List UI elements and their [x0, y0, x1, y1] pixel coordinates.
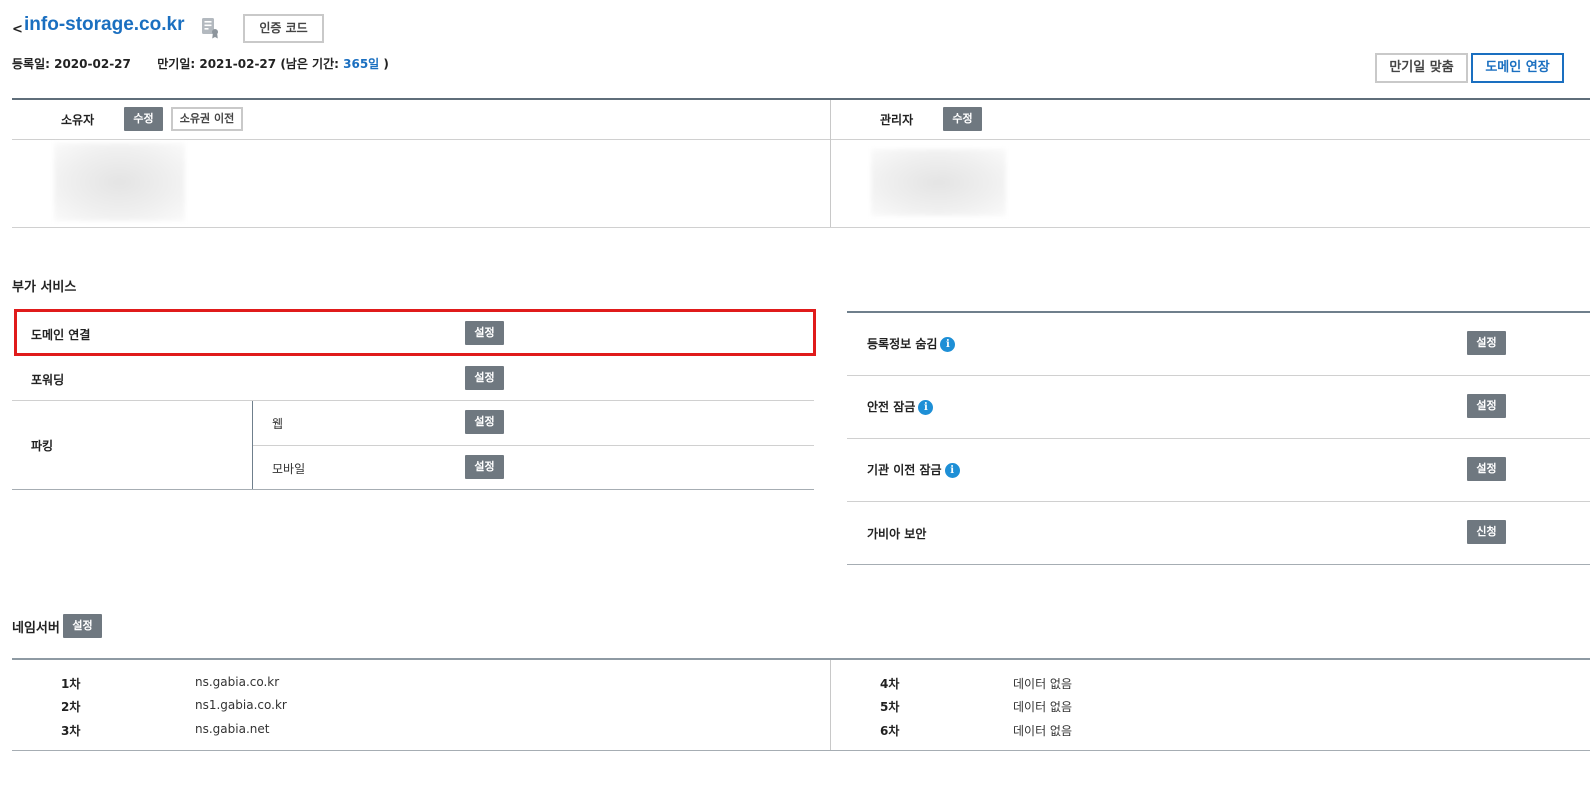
transfer-lock-label: 기관 이전 잠금: [867, 463, 942, 477]
ns-rank: 2차: [61, 700, 81, 714]
admin-label: 관리자: [880, 113, 914, 127]
exp-date-label: 만기일:: [157, 57, 196, 71]
remaining-suffix: ): [383, 57, 389, 71]
addon-row-label: 포워딩: [31, 373, 65, 387]
contact-divider-mid: [12, 139, 1590, 140]
domain-connect-settings-button[interactable]: 설정: [465, 321, 504, 345]
addon-right-divider: [847, 438, 1590, 439]
ns-rank: 1차: [61, 677, 81, 691]
ns-rank: 6차: [880, 724, 900, 738]
reg-date-label: 등록일:: [12, 57, 50, 71]
parking-mobile-settings-button[interactable]: 설정: [465, 455, 504, 479]
addon-right-top: [847, 311, 1590, 313]
auth-code-button[interactable]: 인증 코드: [243, 14, 324, 43]
addon-right-divider: [847, 375, 1590, 376]
contact-column-divider: [830, 100, 831, 227]
parking-label: 파킹: [31, 439, 54, 453]
nameserver-title: 네임서버: [12, 621, 60, 636]
ns-rank: 3차: [61, 724, 81, 738]
ns-value: 데이터 없음: [1013, 677, 1073, 691]
contact-divider-top: [12, 98, 1590, 100]
remaining-days: 365일: [343, 57, 380, 71]
reg-date: 2020-02-27: [54, 57, 131, 71]
safe-lock-label: 안전 잠금: [867, 400, 916, 414]
addon-row-label: 도메인 연결: [31, 328, 91, 342]
match-expiry-button[interactable]: 만기일 맞춤: [1375, 53, 1468, 83]
nameserver-divider-bottom: [12, 750, 1590, 751]
addon-row-label: 기관 이전 잠금 i: [867, 461, 960, 478]
admin-edit-button[interactable]: 수정: [943, 107, 982, 131]
nameserver-settings-button[interactable]: 설정: [63, 614, 102, 638]
parking-item-label: 모바일: [272, 462, 306, 476]
ns-value: ns.gabia.co.kr: [195, 675, 280, 689]
parking-web-settings-button[interactable]: 설정: [465, 410, 504, 434]
ns-rank: 5차: [880, 700, 900, 714]
date-info: 등록일: 2020-02-27 만기일: 2021-02-27 (남은 기간: …: [12, 55, 389, 72]
addon-right-bottom: [847, 564, 1590, 565]
info-icon[interactable]: i: [918, 400, 934, 415]
nameserver-column-divider: [830, 660, 831, 751]
info-icon[interactable]: i: [944, 463, 960, 478]
info-icon[interactable]: i: [940, 337, 956, 352]
gabia-security-apply-button[interactable]: 신청: [1467, 520, 1506, 544]
ns-value: 데이터 없음: [1013, 724, 1073, 738]
remaining-prefix: (남은 기간:: [280, 57, 339, 71]
document-icon[interactable]: [200, 17, 220, 39]
ns-value: 데이터 없음: [1013, 700, 1073, 714]
addon-section-title: 부가 서비스: [12, 280, 77, 295]
owner-edit-button[interactable]: 수정: [124, 107, 163, 131]
owner-info-blurred: [54, 143, 185, 221]
nameserver-divider-top: [12, 658, 1590, 660]
owner-transfer-button[interactable]: 소유권 이전: [171, 107, 243, 131]
exp-date: 2021-02-27: [199, 57, 277, 71]
domain-title: info-storage.co.kr: [24, 14, 185, 35]
whois-hide-label: 등록정보 숨김: [867, 337, 938, 351]
addon-left-divider: [12, 400, 814, 401]
highlight-box: [14, 309, 816, 356]
addon-left-bottom: [12, 489, 814, 490]
admin-info-blurred: [871, 149, 1006, 216]
gabia-security-label: 가비아 보안: [867, 527, 927, 541]
addon-row-label: 안전 잠금 i: [867, 398, 934, 415]
addon-right-divider: [847, 501, 1590, 502]
forwarding-settings-button[interactable]: 설정: [465, 366, 504, 390]
owner-label: 소유자: [61, 113, 95, 127]
safe-lock-settings-button[interactable]: 설정: [1467, 394, 1506, 418]
back-link[interactable]: <: [12, 22, 23, 37]
ns-value: ns.gabia.net: [195, 722, 270, 736]
ns-rank: 4차: [880, 677, 900, 691]
whois-hide-settings-button[interactable]: 설정: [1467, 331, 1506, 355]
transfer-lock-settings-button[interactable]: 설정: [1467, 457, 1506, 481]
parking-divider: [253, 445, 814, 446]
ns-value: ns1.gabia.co.kr: [195, 698, 287, 712]
parking-item-label: 웹: [272, 417, 284, 431]
addon-row-label: 등록정보 숨김 i: [867, 335, 956, 352]
contact-divider-bottom: [12, 227, 1590, 228]
renew-domain-button[interactable]: 도메인 연장: [1471, 53, 1564, 83]
